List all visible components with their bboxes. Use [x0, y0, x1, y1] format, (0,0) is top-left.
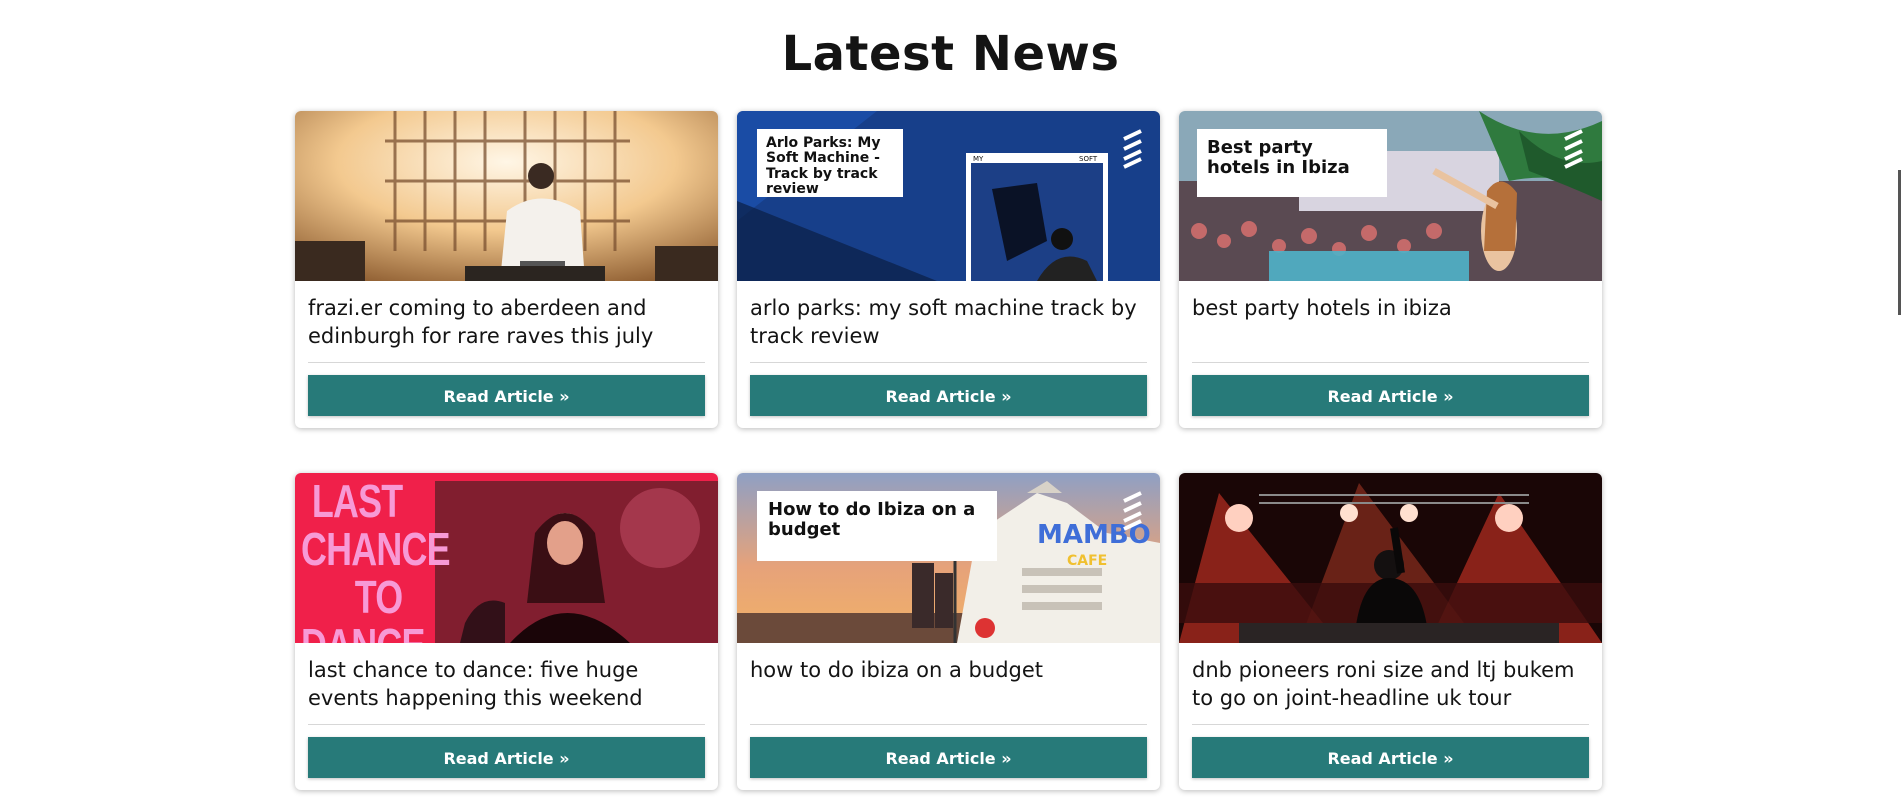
svg-text:MY: MY [973, 155, 984, 163]
read-article-button[interactable]: Read Article » [308, 375, 705, 416]
article-card[interactable]: MY SOFT Arlo Parks: My Soft Machine - Tr… [737, 111, 1160, 428]
article-title[interactable]: last chance to dance: five huge events h… [308, 656, 708, 712]
brand-logo-icon [1123, 491, 1142, 531]
article-card[interactable]: dnb pioneers roni size and ltj bukem to … [1179, 473, 1602, 790]
image-overlay-title: Arlo Parks: My Soft Machine - Track by t… [757, 129, 903, 197]
article-image[interactable] [1179, 473, 1602, 643]
divider [1192, 724, 1589, 725]
article-title[interactable]: arlo parks: my soft machine track by tra… [750, 294, 1150, 350]
brand-logo-icon [1564, 129, 1583, 169]
article-card[interactable]: Best party hotels in Ibiza best party ho… [1179, 111, 1602, 428]
article-image[interactable]: MAMBO CAFE How to do Ibiza on a budget [737, 473, 1160, 643]
svg-text:CAFE: CAFE [1067, 553, 1107, 569]
article-image[interactable] [295, 111, 718, 281]
read-article-button[interactable]: Read Article » [1192, 375, 1589, 416]
divider [308, 724, 705, 725]
image-overlay-title: Best party hotels in Ibiza [1197, 129, 1387, 197]
read-article-button[interactable]: Read Article » [1192, 737, 1589, 778]
page-title: Latest News [781, 26, 1120, 82]
article-title[interactable]: how to do ibiza on a budget [750, 656, 1150, 684]
divider [750, 724, 1147, 725]
article-image[interactable]: Best party hotels in Ibiza [1179, 111, 1602, 281]
article-image[interactable]: LAST CHANCE TO DANCE [295, 473, 718, 643]
brand-logo-icon [1123, 129, 1142, 169]
article-card[interactable]: MAMBO CAFE How to do Ibiza on a budget h… [737, 473, 1160, 790]
image-overlay-title: LAST CHANCE TO DANCE [301, 475, 451, 643]
svg-text:SOFT: SOFT [1079, 155, 1098, 163]
article-image[interactable]: MY SOFT Arlo Parks: My Soft Machine - Tr… [737, 111, 1160, 281]
article-card[interactable]: frazi.er coming to aberdeen and edinburg… [295, 111, 718, 428]
article-title[interactable]: dnb pioneers roni size and ltj bukem to … [1192, 656, 1592, 712]
divider [308, 362, 705, 363]
image-overlay-title: How to do Ibiza on a budget [757, 491, 997, 561]
read-article-button[interactable]: Read Article » [750, 375, 1147, 416]
article-title[interactable]: best party hotels in ibiza [1192, 294, 1592, 322]
article-card[interactable]: LAST CHANCE TO DANCE last chance to danc… [295, 473, 718, 790]
read-article-button[interactable]: Read Article » [308, 737, 705, 778]
divider [1192, 362, 1589, 363]
read-article-button[interactable]: Read Article » [750, 737, 1147, 778]
article-title[interactable]: frazi.er coming to aberdeen and edinburg… [308, 294, 708, 350]
divider [750, 362, 1147, 363]
